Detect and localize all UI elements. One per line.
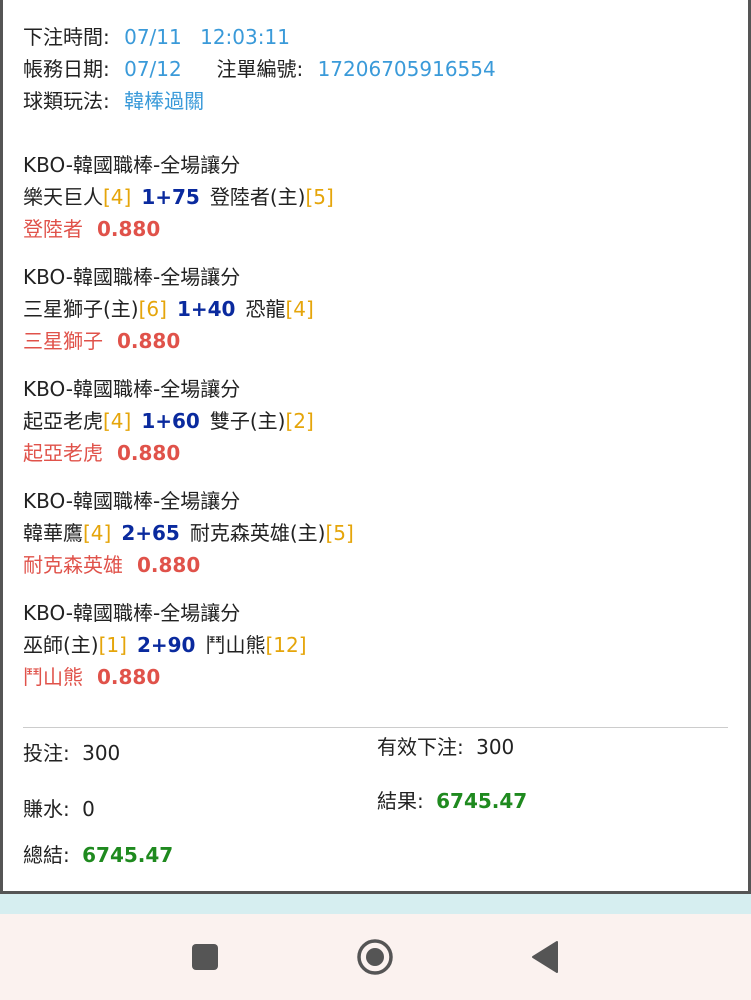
team-2-name: 登陸者(主): [209, 185, 306, 209]
play-type-row: 球類玩法: 韓棒過關: [23, 85, 728, 117]
valid-stake-summary: 有效下注: 300: [377, 733, 514, 761]
team-1-rank: [6]: [138, 297, 167, 321]
pick-team: 登陸者: [23, 217, 83, 241]
summary-divider: [23, 727, 728, 728]
team-1-name: 樂天巨人: [23, 185, 103, 209]
bet-matchup: 樂天巨人[4] 1+75 登陸者(主)[5]: [23, 181, 728, 213]
account-date-value: 07/12: [124, 57, 182, 81]
bet-item: KBO-韓國職棒-全場讓分 三星獅子(主)[6] 1+40 恐龍[4] 三星獅子 0.…: [23, 261, 728, 357]
stake-value: 300: [82, 741, 121, 765]
stake-label: 投注:: [23, 741, 70, 765]
rebate-value: 0: [82, 797, 95, 821]
bet-time-date: 07/11: [124, 25, 182, 49]
bet-pick-row: 起亞老虎 0.880: [23, 437, 728, 469]
team-1-rank: [4]: [103, 409, 132, 433]
valid-stake-label: 有效下注:: [377, 735, 464, 759]
pick-odds: 0.880: [137, 553, 201, 577]
team-2-name: 恐龍: [245, 297, 286, 321]
team-2-rank: [4]: [285, 297, 314, 321]
bet-time-time: 12:03:11: [200, 25, 290, 49]
result-summary: 結果: 6745.47: [377, 787, 527, 815]
rebate-label: 賺水:: [23, 797, 70, 821]
team-1-rank: [4]: [103, 185, 132, 209]
bottom-strip: [0, 894, 751, 914]
bet-league-header: KBO-韓國職棒-全場讓分: [23, 265, 241, 289]
bet-league-header: KBO-韓國職棒-全場讓分: [23, 377, 241, 401]
bet-matchup: 三星獅子(主)[6] 1+40 恐龍[4]: [23, 293, 728, 325]
back-icon: [532, 941, 558, 973]
result-value: 6745.47: [436, 789, 528, 813]
team-1-name: 起亞老虎: [23, 409, 103, 433]
pick-odds: 0.880: [97, 665, 161, 689]
bet-league-header: KBO-韓國職棒-全場讓分: [23, 601, 241, 625]
order-no-label: 注單編號:: [216, 57, 304, 81]
home-icon: [357, 939, 393, 975]
pick-team: 起亞老虎: [23, 441, 103, 465]
team-1-rank: [4]: [83, 521, 112, 545]
bet-item: KBO-韓國職棒-全場讓分 起亞老虎[4] 1+60 雙子(主)[2] 起亞老虎 0.…: [23, 373, 728, 469]
handicap-value: 1+40: [176, 297, 236, 321]
team-1-rank: [1]: [98, 633, 127, 657]
bet-pick-row: 耐克森英雄 0.880: [23, 549, 728, 581]
recent-apps-icon: [192, 944, 218, 970]
bet-item: KBO-韓國職棒-全場讓分 樂天巨人[4] 1+75 登陸者(主)[5] 登陸者 0.…: [23, 149, 728, 245]
stake-summary: 投注: 300: [23, 739, 120, 767]
handicap-value: 2+65: [121, 521, 180, 545]
bet-pick-row: 登陸者 0.880: [23, 213, 728, 245]
pick-team: 鬥山熊: [23, 665, 83, 689]
bet-ticket-content: 下注時間: 07/11 12:03:11 帳務日期: 07/12 注單編號: 1…: [3, 0, 748, 693]
valid-stake-value: 300: [476, 735, 515, 759]
bet-item: KBO-韓國職棒-全場讓分 巫師(主)[1] 2+90 鬥山熊[12] 鬥山熊 0.8…: [23, 597, 728, 693]
recent-apps-button[interactable]: [165, 914, 245, 1000]
handicap-value: 2+90: [136, 633, 196, 657]
bet-pick-row: 鬥山熊 0.880: [23, 661, 728, 693]
pick-odds: 0.880: [97, 217, 161, 241]
total-summary: 總結: 6745.47: [23, 841, 173, 869]
account-order-row: 帳務日期: 07/12 注單編號: 17206705916554: [23, 53, 728, 85]
pick-odds: 0.880: [117, 441, 181, 465]
team-2-rank: [2]: [285, 409, 314, 433]
handicap-value: 1+60: [141, 409, 200, 433]
play-type-label: 球類玩法:: [23, 89, 110, 113]
bet-league-header: KBO-韓國職棒-全場讓分: [23, 153, 241, 177]
bet-matchup: 巫師(主)[1] 2+90 鬥山熊[12]: [23, 629, 728, 661]
pick-odds: 0.880: [117, 329, 181, 353]
home-button[interactable]: [335, 914, 415, 1000]
bet-ticket-card: 下注時間: 07/11 12:03:11 帳務日期: 07/12 注單編號: 1…: [0, 0, 751, 894]
team-1-name: 韓華鷹: [23, 521, 83, 545]
bet-time-row: 下注時間: 07/11 12:03:11: [23, 21, 728, 53]
bet-matchup: 韓華鷹[4] 2+65 耐克森英雄(主)[5]: [23, 517, 728, 549]
team-2-name: 耐克森英雄(主): [189, 521, 326, 545]
pick-team: 三星獅子: [23, 329, 103, 353]
bet-pick-row: 三星獅子 0.880: [23, 325, 728, 357]
team-2-rank: [5]: [305, 185, 334, 209]
result-label: 結果:: [377, 789, 424, 813]
team-1-name: 三星獅子(主): [23, 297, 139, 321]
play-type-value: 韓棒過關: [124, 89, 205, 113]
team-1-name: 巫師(主): [23, 633, 99, 657]
pick-team: 耐克森英雄: [23, 553, 123, 577]
bet-item: KBO-韓國職棒-全場讓分 韓華鷹[4] 2+65 耐克森英雄(主)[5] 耐克森英…: [23, 485, 728, 581]
team-2-name: 雙子(主): [209, 409, 286, 433]
system-navigation-bar: [0, 914, 751, 1000]
team-2-name: 鬥山熊: [205, 633, 266, 657]
bet-time-label: 下注時間:: [23, 25, 110, 49]
order-no-value: 17206705916554: [317, 57, 496, 81]
total-label: 總結:: [23, 843, 70, 867]
rebate-summary: 賺水: 0: [23, 795, 95, 823]
team-2-rank: [12]: [265, 633, 307, 657]
bet-league-header: KBO-韓國職棒-全場讓分: [23, 489, 241, 513]
back-button[interactable]: [505, 914, 585, 1000]
account-date-label: 帳務日期:: [23, 57, 110, 81]
handicap-value: 1+75: [141, 185, 200, 209]
bet-matchup: 起亞老虎[4] 1+60 雙子(主)[2]: [23, 405, 728, 437]
team-2-rank: [5]: [325, 521, 354, 545]
total-value: 6745.47: [82, 843, 174, 867]
